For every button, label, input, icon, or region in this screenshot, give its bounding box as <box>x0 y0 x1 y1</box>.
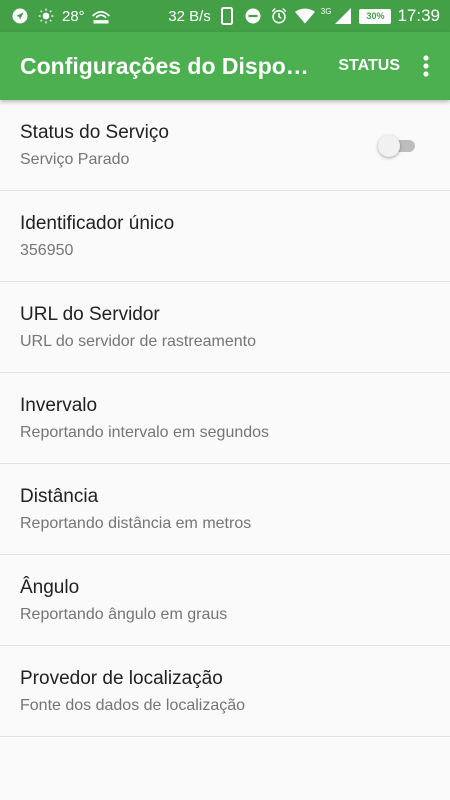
signal-icon <box>333 6 353 26</box>
alarm-icon <box>269 6 289 26</box>
pref-summary: Fonte dos dados de localização <box>20 697 246 714</box>
pref-title: Distância <box>20 486 99 507</box>
temperature-text: 28° <box>62 7 85 25</box>
pref-server-url[interactable]: URL do Servidor URL do servidor de rastr… <box>0 282 450 373</box>
service-status-switch[interactable] <box>378 135 416 157</box>
pref-summary: URL do servidor de rastreamento <box>20 333 256 350</box>
switch-thumb <box>378 135 400 157</box>
preferences-list: Status do Serviço Serviço Parado Identif… <box>0 100 450 737</box>
pref-summary: Reportando ângulo em graus <box>20 606 228 623</box>
pref-location-provider[interactable]: Provedor de localização Fonte dos dados … <box>0 646 450 737</box>
battery-icon: 30% <box>359 8 392 24</box>
pref-service-status[interactable]: Status do Serviço Serviço Parado <box>0 100 450 191</box>
hotspot-icon <box>91 6 111 26</box>
status-button[interactable]: STATUS <box>328 49 410 83</box>
pref-summary: Serviço Parado <box>20 151 130 168</box>
pref-distance[interactable]: Distância Reportando distância em metros <box>0 464 450 555</box>
navigation-icon <box>10 6 30 26</box>
pref-title: Provedor de localização <box>20 668 223 689</box>
network-type-text: 3G <box>320 6 332 16</box>
page-title: Configurações do Dispo… <box>20 52 309 79</box>
pref-title: Ângulo <box>20 577 80 598</box>
pref-interval[interactable]: Invervalo Reportando intervalo em segund… <box>0 373 450 464</box>
network-speed-text: 32 B/s <box>168 7 211 25</box>
pref-title: Identificador único <box>20 213 175 234</box>
status-bar: 28° 32 B/s 3G 30% 17:39 <box>0 0 450 32</box>
pref-title: Status do Serviço <box>20 122 169 143</box>
pref-angle[interactable]: Ângulo Reportando ângulo em graus <box>0 555 450 646</box>
pref-summary: 356950 <box>20 242 74 259</box>
app-bar: Configurações do Dispo… STATUS <box>0 32 450 100</box>
pref-title: Invervalo <box>20 395 98 416</box>
screen: 28° 32 B/s 3G 30% 17:39 Configurações do… <box>0 0 450 800</box>
phone-icon <box>217 6 237 26</box>
weather-sun-icon <box>36 6 56 26</box>
wifi-icon <box>294 6 315 26</box>
pref-summary: Reportando intervalo em segundos <box>20 424 270 441</box>
clock-text: 17:39 <box>397 6 440 25</box>
pref-summary: Reportando distância em metros <box>20 515 252 532</box>
pref-title: URL do Servidor <box>20 304 160 325</box>
more-vert-icon[interactable] <box>414 46 438 86</box>
do-not-disturb-icon <box>243 6 263 26</box>
pref-unique-id[interactable]: Identificador único 356950 <box>0 191 450 282</box>
